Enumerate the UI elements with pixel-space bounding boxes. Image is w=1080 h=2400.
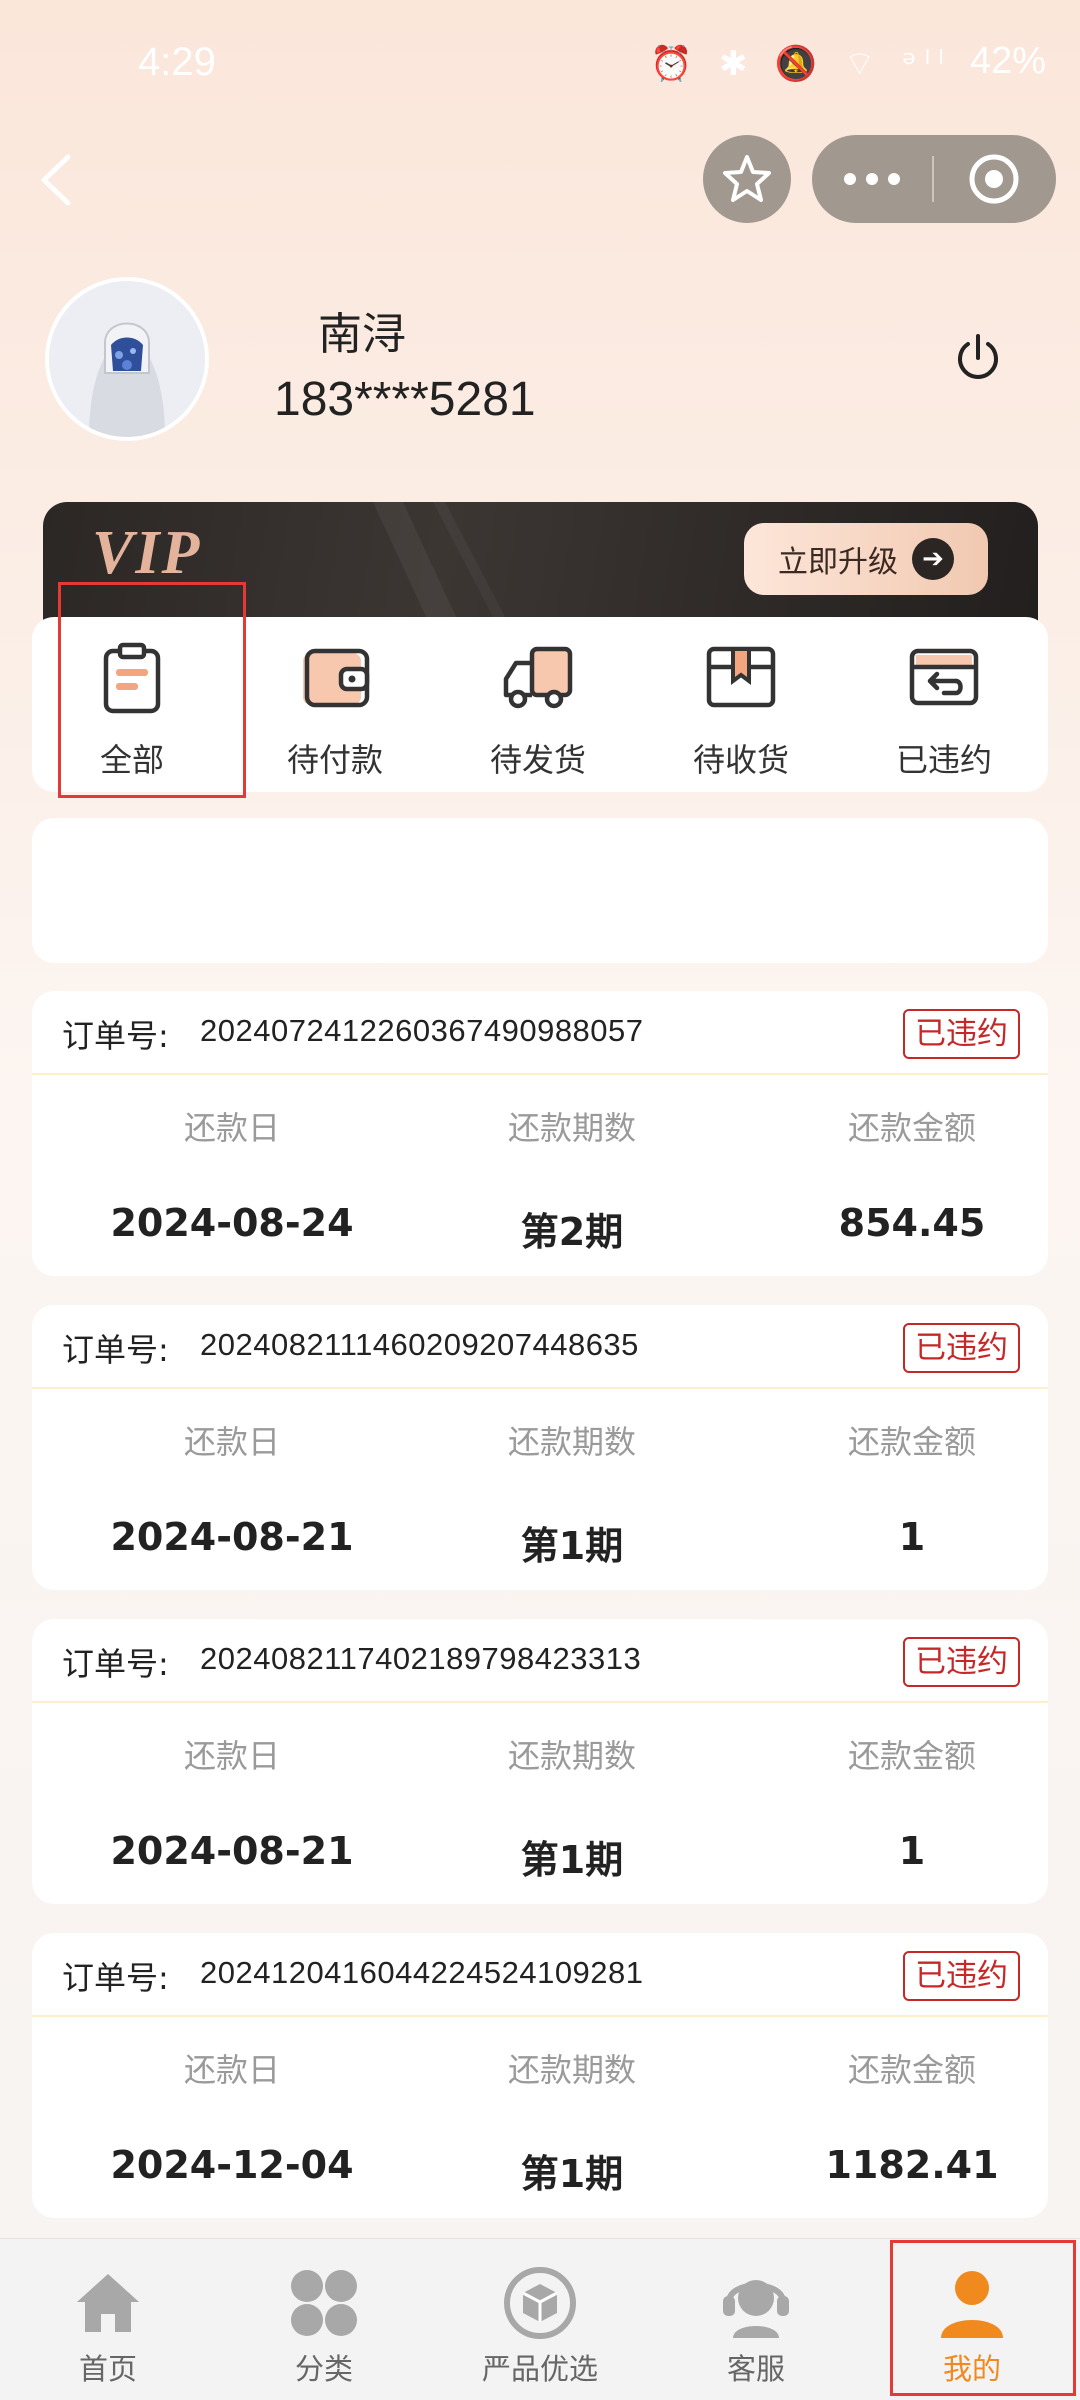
order-number: 20240821174021897984233​13	[200, 1641, 642, 1676]
nav-label: 客服	[726, 2352, 785, 2386]
status-icons: ⏰ ✱ 🔕 ⌔ ᵊˡˡ	[650, 44, 952, 84]
tab-label: 待付款	[286, 741, 383, 779]
tab-pending-payment[interactable]: 待付款	[235, 617, 435, 792]
repay-amount-header: 还款金额	[847, 1423, 976, 1461]
order-item-header: 订单号: 20240821114602092074486​35 已违约	[32, 1305, 1048, 1389]
star-icon	[723, 155, 771, 202]
close-mini-program-button[interactable]	[934, 152, 1054, 206]
nav-label: 分类	[294, 2352, 353, 2386]
status-badge: 已违约	[903, 1637, 1020, 1687]
order-no-label: 订单号:	[62, 1959, 169, 1997]
nav-label: 严品优选	[481, 2352, 598, 2386]
tab-pending-shipment[interactable]: 待发货	[438, 617, 638, 792]
repay-amount: 1	[898, 1829, 926, 1873]
order-item[interactable]: 订单号: 20240724122603674909880​57 已违约 还款日 …	[32, 991, 1048, 1276]
order-item[interactable]: 订单号: 20240821114602092074486​35 已违约 还款日 …	[32, 1305, 1048, 1590]
repay-period: 第1期	[520, 2152, 624, 2196]
repay-amount: 1182.41	[825, 2143, 999, 2187]
nav-category[interactable]: 分类	[216, 2238, 432, 2400]
wallet-icon	[303, 648, 370, 708]
repay-date-header: 还款日	[183, 2051, 280, 2089]
tab-pending-receipt[interactable]: 待收货	[641, 617, 841, 792]
order-number: 20240724122603674909880​57	[200, 1013, 644, 1048]
status-time: 4:29	[138, 40, 216, 84]
order-no-label: 订单号:	[62, 1645, 169, 1683]
repay-period-header: 还款期数	[507, 2051, 636, 2089]
upgrade-button[interactable]: 立即升级 ➔	[744, 523, 988, 595]
truck-icon	[503, 646, 573, 709]
repay-amount-header: 还款金额	[847, 1737, 976, 1775]
order-number: 20240821114602092074486​35	[200, 1327, 639, 1362]
category-icon	[291, 2270, 357, 2336]
more-dots-icon	[844, 173, 900, 185]
avatar-image	[49, 281, 205, 437]
repay-period: 第1期	[520, 1838, 624, 1882]
tab-label: 待收货	[692, 741, 789, 779]
return-icon	[909, 648, 979, 706]
repay-date-header: 还款日	[183, 1423, 280, 1461]
nav-customer-service[interactable]: 客服	[648, 2238, 864, 2400]
repay-amount-header: 还款金额	[847, 1109, 976, 1147]
repay-date: 2024-08-21	[110, 1515, 354, 1559]
favorite-button[interactable]	[703, 135, 791, 223]
order-item-header: 订单号: 20240821174021897984233​13 已违约	[32, 1619, 1048, 1703]
avatar[interactable]	[45, 277, 209, 441]
battery-level: 42%	[970, 40, 1047, 82]
repay-date-header: 还款日	[183, 1737, 280, 1775]
tab-defaulted[interactable]: 已违约	[844, 617, 1044, 792]
order-item[interactable]: 订单号: 20241204160442245241092​81 已违约 还款日 …	[32, 1933, 1048, 2218]
home-icon	[77, 2274, 139, 2332]
nav-selection[interactable]: 严品优选	[432, 2238, 648, 2400]
order-item[interactable]: 订单号: 20240821174021897984233​13 已违约 还款日 …	[32, 1619, 1048, 1904]
order-no-label: 订单号:	[62, 1331, 169, 1369]
cube-icon	[504, 2267, 576, 2339]
repay-period-header: 还款期数	[507, 1737, 636, 1775]
headset-icon	[723, 2280, 789, 2338]
selection-highlight	[58, 582, 246, 798]
back-button[interactable]	[30, 145, 90, 215]
phone-number: 183****5281	[274, 373, 536, 426]
more-button[interactable]	[812, 171, 932, 187]
order-no-label: 订单号:	[62, 1017, 169, 1055]
vip-logo: VIP	[92, 519, 202, 587]
box-icon	[706, 646, 776, 708]
repay-amount-header: 还款金额	[847, 2051, 976, 2089]
nav-home[interactable]: 首页	[0, 2238, 216, 2400]
status-badge: 已违约	[903, 1009, 1020, 1059]
power-icon	[958, 334, 998, 379]
selection-highlight	[890, 2240, 1076, 2396]
repay-period: 第2期	[520, 1210, 624, 1254]
order-item-header: 订单号: 20241204160442245241092​81 已违约	[32, 1933, 1048, 2017]
order-number: 20241204160442245241092​81	[200, 1955, 644, 1990]
empty-card	[32, 818, 1048, 963]
repay-period-header: 还款期数	[507, 1109, 636, 1147]
tab-label: 已违约	[895, 741, 992, 779]
target-icon	[969, 154, 1019, 204]
chevron-left-icon	[41, 154, 71, 206]
repay-date-header: 还款日	[183, 1109, 280, 1147]
repay-period-header: 还款期数	[507, 1423, 636, 1461]
tab-label: 待发货	[489, 741, 586, 779]
repay-date: 2024-08-21	[110, 1829, 354, 1873]
status-badge: 已违约	[903, 1323, 1020, 1373]
repay-amount: 854.45	[838, 1201, 986, 1245]
repay-date: 2024-12-04	[110, 2143, 354, 2187]
repay-amount: 1	[898, 1515, 926, 1559]
repay-period: 第1期	[520, 1524, 624, 1568]
logout-button[interactable]	[950, 330, 1006, 386]
repay-date: 2024-08-24	[110, 1201, 354, 1245]
arrow-right-icon: ➔	[912, 538, 954, 580]
mini-program-capsule	[812, 135, 1056, 223]
nav-label: 首页	[78, 2352, 137, 2386]
order-item-header: 订单号: 20240724122603674909880​57 已违约	[32, 991, 1048, 1075]
upgrade-label: 立即升级	[778, 545, 898, 580]
status-badge: 已违约	[903, 1951, 1020, 2001]
username: 南浔	[318, 309, 406, 360]
